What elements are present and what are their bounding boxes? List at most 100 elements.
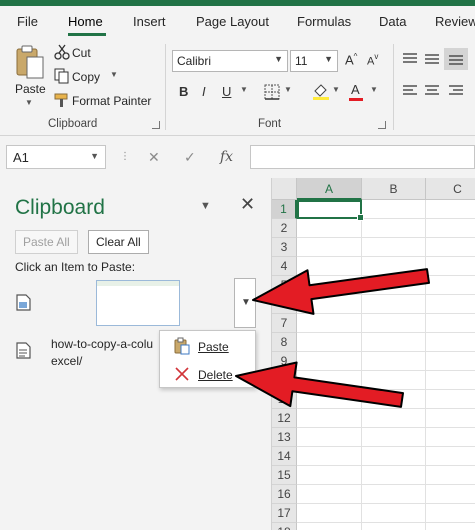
row-header-1[interactable]: 1 — [272, 200, 297, 219]
cancel-entry-icon[interactable]: ✕ — [148, 149, 160, 166]
worksheet-grid[interactable]: A B C 123456789101112131415161718 — [272, 178, 475, 530]
borders-chevron-down-icon[interactable]: ▼ — [284, 85, 292, 94]
increase-font-size-button[interactable]: A^ — [345, 52, 357, 67]
cell-c11[interactable] — [426, 390, 475, 409]
row-header-7[interactable]: 7 — [272, 314, 297, 333]
underline-button[interactable]: U — [222, 84, 231, 99]
align-top-icon[interactable] — [402, 52, 418, 66]
clear-all-button[interactable]: Clear All — [88, 230, 149, 254]
fill-color-icon[interactable] — [312, 82, 330, 100]
cell-c6[interactable] — [426, 295, 475, 314]
borders-icon[interactable] — [264, 84, 280, 100]
cell-a14[interactable] — [297, 447, 362, 466]
cell-a6[interactable] — [297, 295, 362, 314]
align-bottom-button[interactable] — [444, 48, 468, 70]
cell-c14[interactable] — [426, 447, 475, 466]
format-painter-button[interactable]: Format Painter — [72, 94, 151, 108]
cell-c16[interactable] — [426, 485, 475, 504]
row-header-15[interactable]: 15 — [272, 466, 297, 485]
row-header-6[interactable]: 6 — [272, 295, 297, 314]
copy-chevron-down-icon[interactable]: ▼ — [110, 70, 118, 79]
insert-function-icon[interactable]: fx — [220, 149, 233, 165]
cell-c9[interactable] — [426, 352, 475, 371]
copy-button[interactable]: Copy — [72, 70, 100, 84]
tab-insert[interactable]: Insert — [133, 14, 166, 29]
tab-data[interactable]: Data — [379, 14, 406, 29]
cell-b10[interactable] — [362, 371, 426, 390]
column-header-c[interactable]: C — [426, 178, 475, 200]
confirm-entry-icon[interactable]: ✓ — [184, 149, 196, 166]
row-header-13[interactable]: 13 — [272, 428, 297, 447]
row-header-14[interactable]: 14 — [272, 447, 297, 466]
cell-a8[interactable] — [297, 333, 362, 352]
fill-color-chevron-down-icon[interactable]: ▼ — [332, 85, 340, 94]
row-header-3[interactable]: 3 — [272, 238, 297, 257]
cell-b14[interactable] — [362, 447, 426, 466]
cell-a7[interactable] — [297, 314, 362, 333]
row-header-17[interactable]: 17 — [272, 504, 297, 523]
cell-c1[interactable] — [426, 200, 475, 219]
cell-b9[interactable] — [362, 352, 426, 371]
cell-c13[interactable] — [426, 428, 475, 447]
clipboard-item-dropdown-button[interactable]: ▼ — [234, 278, 256, 328]
row-header-9[interactable]: 9 — [272, 352, 297, 371]
row-header-10[interactable]: 10 — [272, 371, 297, 390]
row-header-5[interactable]: 5 — [272, 276, 297, 295]
row-header-2[interactable]: 2 — [272, 219, 297, 238]
cell-c12[interactable] — [426, 409, 475, 428]
cell-c8[interactable] — [426, 333, 475, 352]
cell-a15[interactable] — [297, 466, 362, 485]
formula-input[interactable] — [250, 145, 475, 169]
cell-a13[interactable] — [297, 428, 362, 447]
cell-b1[interactable] — [362, 200, 426, 219]
clipboard-launcher-icon[interactable] — [152, 121, 160, 129]
paste-all-button[interactable]: Paste All — [15, 230, 78, 254]
cell-b16[interactable] — [362, 485, 426, 504]
paste-button[interactable]: Paste ▼ — [10, 42, 48, 112]
row-header-18[interactable]: 18 — [272, 523, 297, 530]
pane-options-chevron-down-icon[interactable]: ▼ — [200, 200, 211, 212]
select-all-corner[interactable] — [272, 178, 297, 200]
font-size-select[interactable]: 11 ▼ — [290, 50, 338, 72]
cell-b15[interactable] — [362, 466, 426, 485]
active-cell-a1[interactable] — [297, 200, 364, 221]
cell-a12[interactable] — [297, 409, 362, 428]
cell-b5[interactable] — [362, 276, 426, 295]
cell-a3[interactable] — [297, 238, 362, 257]
column-header-b[interactable]: B — [362, 178, 426, 200]
font-launcher-icon[interactable] — [378, 121, 386, 129]
tab-file[interactable]: File — [17, 14, 38, 29]
cell-a11[interactable] — [297, 390, 362, 409]
align-left-icon[interactable] — [402, 84, 418, 98]
cell-a18[interactable] — [297, 523, 362, 530]
tab-page-layout[interactable]: Page Layout — [196, 14, 269, 29]
cell-a17[interactable] — [297, 504, 362, 523]
cell-c5[interactable] — [426, 276, 475, 295]
cell-c7[interactable] — [426, 314, 475, 333]
cell-a2[interactable] — [297, 219, 362, 238]
close-icon[interactable]: ✕ — [240, 194, 255, 215]
row-header-11[interactable]: 11 — [272, 390, 297, 409]
cell-b7[interactable] — [362, 314, 426, 333]
row-header-16[interactable]: 16 — [272, 485, 297, 504]
cell-c2[interactable] — [426, 219, 475, 238]
cell-a4[interactable] — [297, 257, 362, 276]
cell-a9[interactable] — [297, 352, 362, 371]
decrease-font-size-button[interactable]: Av — [367, 52, 378, 67]
font-color-chevron-down-icon[interactable]: ▼ — [370, 85, 378, 94]
name-box[interactable]: A1 ▼ — [6, 145, 106, 169]
cell-b3[interactable] — [362, 238, 426, 257]
underline-chevron-down-icon[interactable]: ▼ — [240, 85, 248, 94]
align-center-icon[interactable] — [424, 84, 440, 98]
tab-formulas[interactable]: Formulas — [297, 14, 351, 29]
bold-button[interactable]: B — [179, 84, 188, 99]
cell-a10[interactable] — [297, 371, 362, 390]
cell-a16[interactable] — [297, 485, 362, 504]
tab-home[interactable]: Home — [68, 14, 103, 29]
cell-c4[interactable] — [426, 257, 475, 276]
cell-b17[interactable] — [362, 504, 426, 523]
cell-b6[interactable] — [362, 295, 426, 314]
context-menu-paste[interactable]: Paste — [160, 333, 255, 359]
column-header-a[interactable]: A — [297, 178, 362, 200]
clipboard-item-image-thumbnail[interactable] — [96, 280, 180, 326]
